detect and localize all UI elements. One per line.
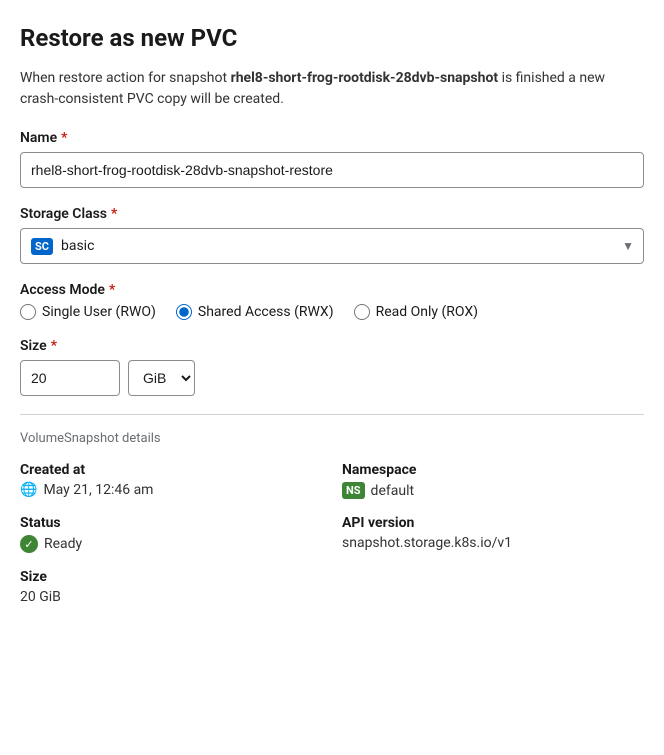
size-required-marker: * <box>51 338 57 354</box>
size-label: Size * <box>20 338 644 354</box>
storage-class-label: Storage Class * <box>20 206 644 222</box>
page-title: Restore as new PVC <box>20 24 644 52</box>
size-row: MiB GiB TiB <box>20 360 644 396</box>
status-value: ✓ Ready <box>20 535 322 553</box>
size-detail-value: 20 GiB <box>20 589 322 605</box>
access-mode-rwx[interactable]: Shared Access (RWX) <box>176 304 334 320</box>
storage-class-required-marker: * <box>111 206 117 222</box>
access-mode-rox[interactable]: Read Only (ROX) <box>354 304 478 320</box>
storage-class-select-wrapper: SC basic ▼ <box>20 228 644 264</box>
section-divider <box>20 414 644 415</box>
storage-class-field-group: Storage Class * SC basic ▼ <box>20 206 644 264</box>
size-detail-label: Size <box>20 569 322 585</box>
name-required-marker: * <box>61 130 67 146</box>
created-at-label: Created at <box>20 462 322 478</box>
namespace-detail: Namespace NS default <box>342 462 644 499</box>
storage-class-value: basic <box>61 238 94 254</box>
api-version-label: API version <box>342 515 644 531</box>
api-version-value: snapshot.storage.k8s.io/v1 <box>342 535 644 551</box>
created-at-value: 🌐 May 21, 12:46 am <box>20 482 322 498</box>
size-input[interactable] <box>20 360 120 396</box>
name-input[interactable] <box>20 152 644 188</box>
size-detail: Size 20 GiB <box>20 569 322 605</box>
ns-badge: NS <box>342 482 365 499</box>
snapshot-details-section-title: VolumeSnapshot details <box>20 431 644 446</box>
access-mode-field-group: Access Mode * Single User (RWO) Shared A… <box>20 282 644 320</box>
access-mode-required-marker: * <box>109 282 115 298</box>
storage-class-select[interactable]: SC basic <box>20 228 644 264</box>
api-version-detail: API version snapshot.storage.k8s.io/v1 <box>342 515 644 553</box>
namespace-value: NS default <box>342 482 644 499</box>
status-detail: Status ✓ Ready <box>20 515 322 553</box>
description: When restore action for snapshot rhel8-s… <box>20 68 644 110</box>
access-mode-rwo[interactable]: Single User (RWO) <box>20 304 156 320</box>
name-label: Name * <box>20 130 644 146</box>
access-mode-label: Access Mode * <box>20 282 644 298</box>
size-unit-select[interactable]: MiB GiB TiB <box>128 360 195 396</box>
sc-badge: SC <box>31 238 53 255</box>
access-mode-radio-group: Single User (RWO) Shared Access (RWX) Re… <box>20 304 644 320</box>
access-mode-rwx-radio[interactable] <box>176 304 192 320</box>
access-mode-rox-label: Read Only (ROX) <box>376 304 478 320</box>
size-field-group: Size * MiB GiB TiB <box>20 338 644 396</box>
created-at-detail: Created at 🌐 May 21, 12:46 am <box>20 462 322 499</box>
globe-icon: 🌐 <box>20 482 37 498</box>
status-label: Status <box>20 515 322 531</box>
access-mode-rox-radio[interactable] <box>354 304 370 320</box>
access-mode-rwo-label: Single User (RWO) <box>42 304 156 320</box>
name-field-group: Name * <box>20 130 644 188</box>
namespace-label: Namespace <box>342 462 644 478</box>
access-mode-rwx-label: Shared Access (RWX) <box>198 304 334 320</box>
snapshot-details-grid: Created at 🌐 May 21, 12:46 am Namespace … <box>20 462 644 605</box>
access-mode-rwo-radio[interactable] <box>20 304 36 320</box>
status-check-icon: ✓ <box>20 535 38 553</box>
